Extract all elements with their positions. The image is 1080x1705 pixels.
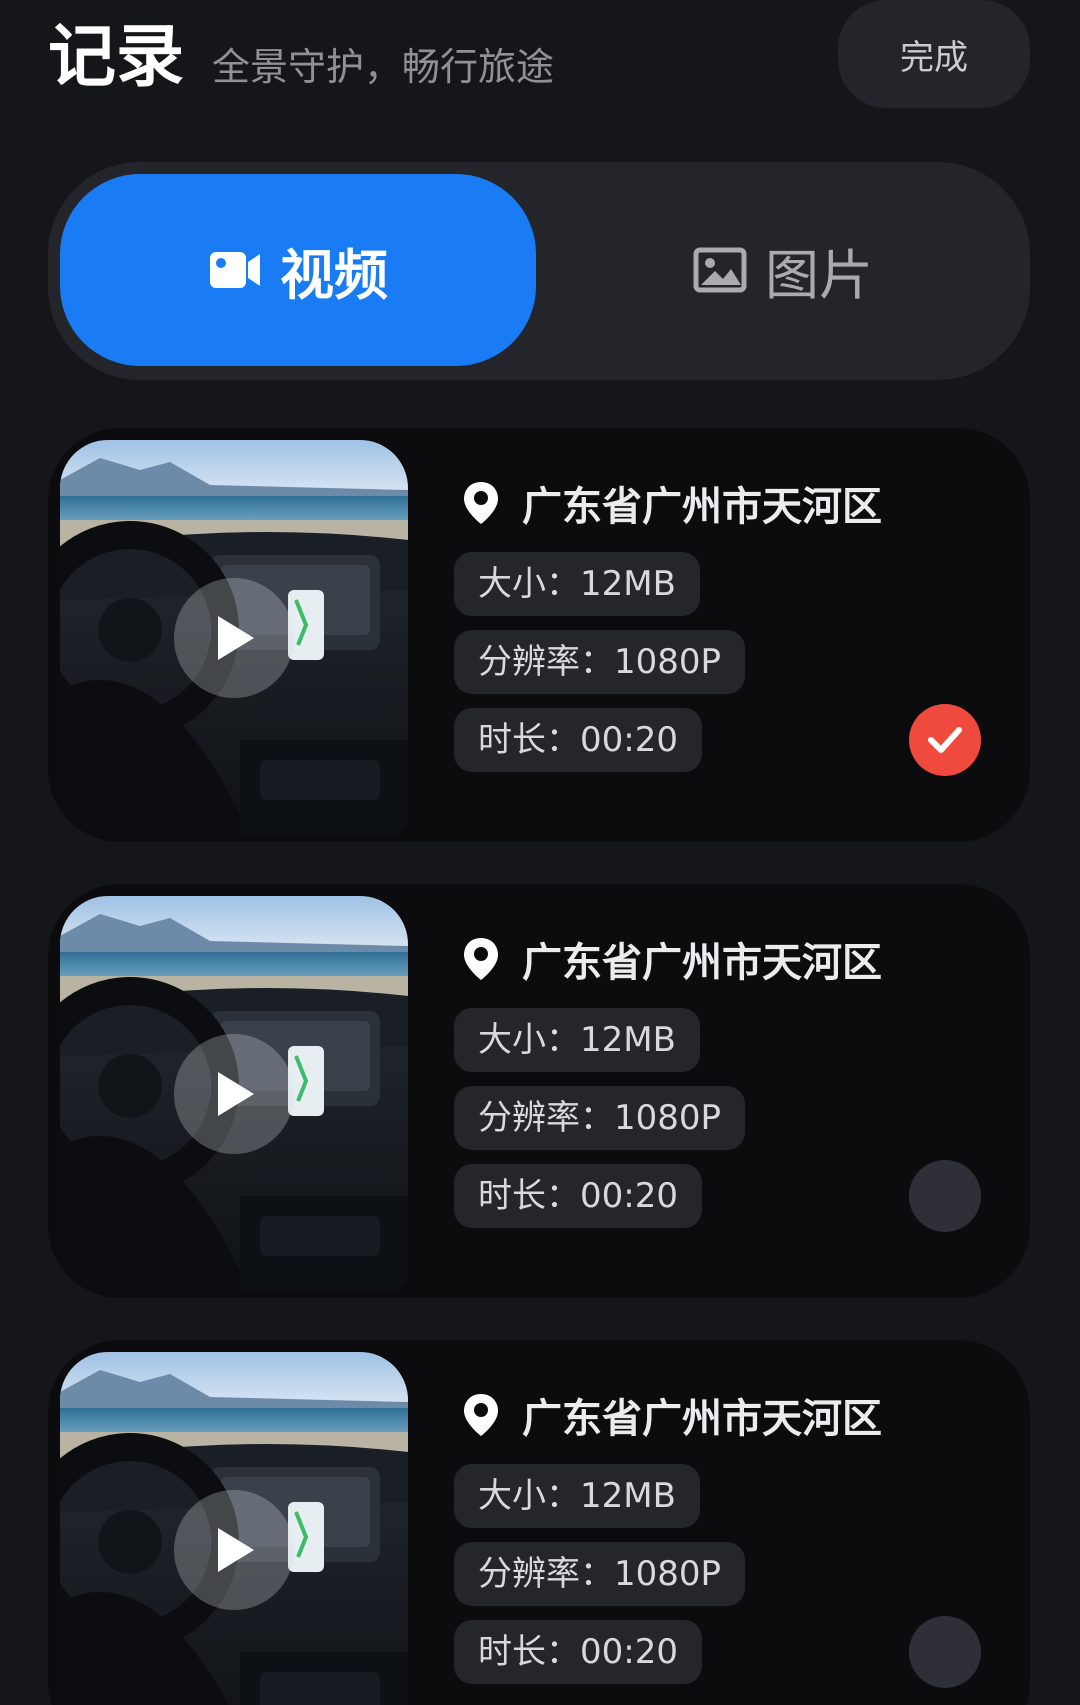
duration-tag: 时长：00:20 — [454, 1620, 702, 1684]
play-icon — [218, 1072, 254, 1116]
record-card[interactable]: 广东省广州市天河区 大小：12MB 分辨率：1080P 时长：00:20 — [48, 428, 1030, 842]
record-card[interactable]: 广东省广州市天河区 大小：12MB 分辨率：1080P 时长：00:20 — [48, 884, 1030, 1298]
page-subtitle: 全景守护，畅行旅途 — [212, 45, 555, 89]
video-camera-icon — [210, 252, 260, 288]
play-button[interactable] — [174, 1490, 294, 1610]
record-info: 广东省广州市天河区 大小：12MB 分辨率：1080P 时长：00:20 — [454, 468, 882, 772]
done-button[interactable]: 完成 — [838, 0, 1030, 108]
video-thumbnail[interactable] — [60, 440, 408, 836]
tab-video-label: 视频 — [280, 243, 388, 307]
location-text: 广东省广州市天河区 — [522, 484, 882, 530]
page-title: 记录 — [48, 18, 185, 97]
play-icon — [218, 1528, 254, 1572]
record-card[interactable]: 广东省广州市天河区 大小：12MB 分辨率：1080P 时长：00:20 — [48, 1340, 1030, 1705]
play-button[interactable] — [174, 578, 294, 698]
location-pin-icon — [464, 1394, 498, 1436]
header: 记录 全景守护，畅行旅途 — [48, 8, 554, 98]
tab-video[interactable]: 视频 — [60, 174, 536, 366]
record-info: 广东省广州市天河区 大小：12MB 分辨率：1080P 时长：00:20 — [454, 1380, 882, 1684]
select-checkbox[interactable] — [909, 1616, 981, 1688]
video-thumbnail[interactable] — [60, 1352, 408, 1705]
record-info: 广东省广州市天河区 大小：12MB 分辨率：1080P 时长：00:20 — [454, 924, 882, 1228]
size-tag: 大小：12MB — [454, 1464, 700, 1528]
video-thumbnail[interactable] — [60, 896, 408, 1292]
media-tabs: 视频 图片 — [48, 162, 1030, 380]
location-pin-icon — [464, 938, 498, 980]
image-icon — [693, 247, 747, 293]
location-row: 广东省广州市天河区 — [454, 924, 882, 994]
tab-image-label: 图片 — [765, 243, 873, 307]
location-row: 广东省广州市天河区 — [454, 1380, 882, 1450]
records-page: 记录 全景守护，畅行旅途 完成 视频 图片 广东省广州市天河区 大小：12MB … — [0, 0, 1080, 1705]
check-icon — [928, 727, 962, 753]
play-icon — [218, 616, 254, 660]
duration-tag: 时长：00:20 — [454, 708, 702, 772]
play-button[interactable] — [174, 1034, 294, 1154]
select-checkbox[interactable] — [909, 1160, 981, 1232]
size-tag: 大小：12MB — [454, 552, 700, 616]
location-text: 广东省广州市天河区 — [522, 1396, 882, 1442]
select-checkbox[interactable] — [909, 704, 981, 776]
resolution-tag: 分辨率：1080P — [454, 1542, 746, 1606]
tab-image[interactable]: 图片 — [548, 174, 1018, 366]
location-row: 广东省广州市天河区 — [454, 468, 882, 538]
duration-tag: 时长：00:20 — [454, 1164, 702, 1228]
location-text: 广东省广州市天河区 — [522, 940, 882, 986]
resolution-tag: 分辨率：1080P — [454, 1086, 746, 1150]
location-pin-icon — [464, 482, 498, 524]
resolution-tag: 分辨率：1080P — [454, 630, 746, 694]
size-tag: 大小：12MB — [454, 1008, 700, 1072]
